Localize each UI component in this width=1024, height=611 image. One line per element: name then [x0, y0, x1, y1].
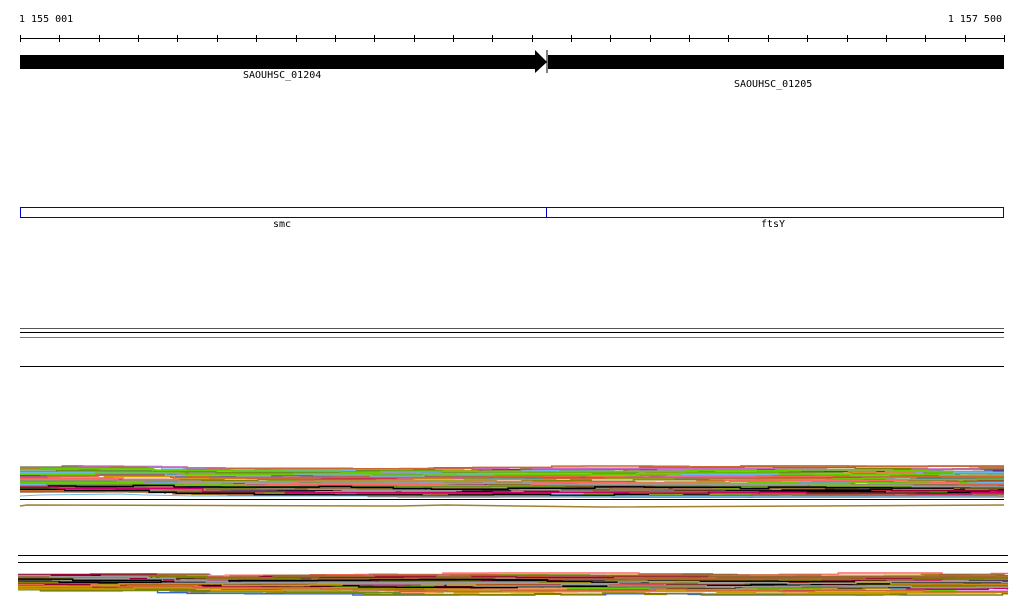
genome-browser: 1 155 001 1 157 500 SAOUHSC_01204 SAOUHS…: [0, 0, 1024, 611]
gene-track: [20, 50, 1004, 73]
feature-box-smc[interactable]: [20, 207, 547, 218]
feature-box-ftsY[interactable]: [546, 207, 1004, 218]
coordinate-ruler: [20, 35, 1005, 42]
coverage-line: [19, 504, 1005, 508]
feature-label: smc: [273, 219, 292, 230]
gene-arrow-SAOUHSC_01205[interactable]: [548, 55, 1004, 69]
coverage-lines-track-2: [18, 572, 1009, 596]
tracks-canvas: [18, 35, 1009, 596]
gene-label: SAOUHSC_01204: [243, 70, 322, 81]
coverage-lines-track-1: [19, 465, 1005, 508]
feature-label: ftsY: [761, 219, 786, 230]
feature-track: [20, 207, 1004, 218]
ruler-end-label: 1 157 500: [947, 14, 1002, 25]
ruler-start-label: 1 155 001: [19, 14, 74, 25]
gene-label: SAOUHSC_01205: [734, 79, 813, 90]
